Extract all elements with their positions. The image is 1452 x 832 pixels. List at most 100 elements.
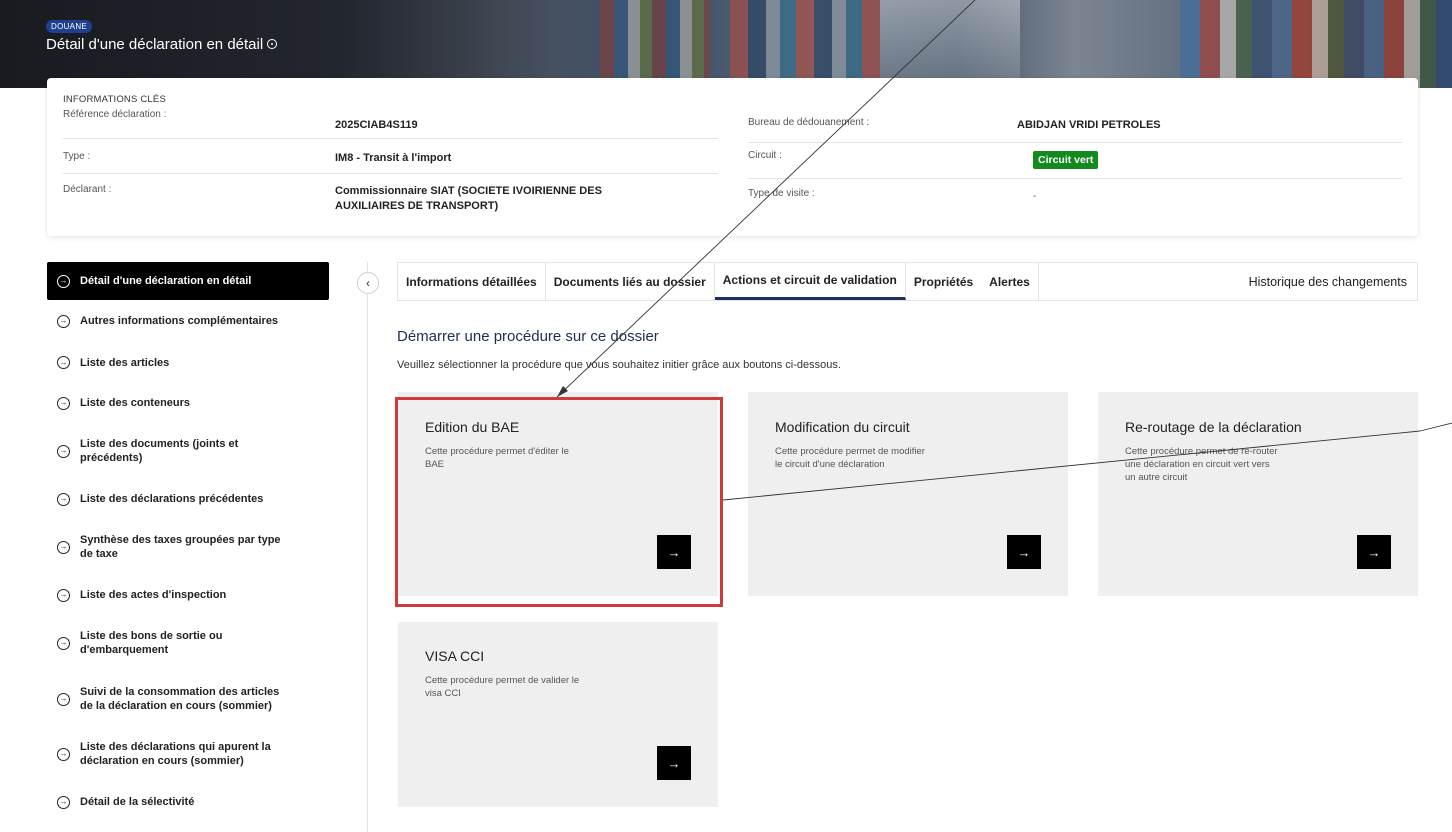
start-procedure-button[interactable]: → bbox=[1357, 535, 1391, 569]
sidebar-item-label: Suivi de la consommation des articles de … bbox=[80, 685, 279, 713]
tab-actions-validation[interactable]: Actions et circuit de validation bbox=[714, 263, 906, 300]
sidebar-item-articles[interactable]: → Liste des articles bbox=[47, 342, 329, 383]
sidebar-nav: → Détail d'une déclaration en détail → A… bbox=[47, 262, 329, 823]
arrow-circle-right-icon: → bbox=[57, 356, 70, 369]
sidebar-item-label-line: Liste des bons de sortie ou bbox=[80, 630, 223, 642]
sidebar-item-label-line: de la déclaration en cours (sommier) bbox=[80, 700, 272, 712]
arrow-circle-right-icon: → bbox=[57, 444, 70, 458]
sidebar-item-label: Liste des actes d'inspection bbox=[80, 589, 227, 601]
card-description-line: visa CCI bbox=[425, 688, 461, 699]
card-description: Cette procédure permet de valider le vis… bbox=[425, 674, 645, 700]
section-title: Démarrer une procédure sur ce dossier bbox=[397, 328, 659, 345]
card-description-line: Cette procédure permet de re-router bbox=[1125, 446, 1278, 457]
page-title-text: Détail d'une déclaration en détail bbox=[46, 36, 264, 53]
visit-type-label: Type de visite : bbox=[748, 188, 815, 199]
procedure-card-rerouting[interactable]: Re-routage de la déclaration Cette procé… bbox=[1098, 392, 1418, 596]
divider bbox=[748, 142, 1402, 143]
sidebar-item-label: Autres informations complémentaires bbox=[80, 315, 279, 327]
arrow-circle-right-icon: → bbox=[57, 747, 70, 761]
card-description-line: un autre circuit bbox=[1125, 472, 1188, 483]
sidebar-item-label-line: Liste des déclarations qui apurent la bbox=[80, 741, 271, 753]
sidebar-item-label: Détail d'une déclaration en détail bbox=[80, 275, 252, 287]
arrow-circle-right-icon: → bbox=[57, 636, 70, 650]
card-description-line: le circuit d'une déclaration bbox=[775, 459, 885, 470]
card-description: Cette procédure permet de re-router une … bbox=[1125, 445, 1345, 484]
tab-alerts[interactable]: Alertes bbox=[981, 263, 1039, 300]
sidebar-item-label: Liste des déclarations précédentes bbox=[80, 493, 264, 505]
tab-bar: Informations détaillées Documents liés a… bbox=[397, 262, 1418, 301]
sidebar-item-additional-info[interactable]: → Autres informations complémentaires bbox=[47, 300, 329, 342]
arrow-right-icon: → bbox=[667, 755, 681, 771]
sidebar-item-label: Liste des conteneurs bbox=[80, 397, 191, 409]
tab-detailed-info[interactable]: Informations détaillées bbox=[398, 263, 546, 300]
arrow-circle-right-icon: → bbox=[57, 692, 70, 706]
sidebar-item-label-line: de taxe bbox=[80, 548, 118, 560]
banner-image-containers bbox=[1180, 0, 1452, 88]
key-info-title: INFORMATIONS CLÉS bbox=[63, 94, 166, 105]
divider bbox=[748, 178, 1402, 179]
sidebar-item-exit-vouchers[interactable]: → Liste des bons de sortie ou d'embarquem… bbox=[47, 615, 329, 671]
sidebar-item-consumption-tracking[interactable]: → Suivi de la consommation des articles d… bbox=[47, 671, 329, 727]
card-description: Cette procédure permet de modifier le ci… bbox=[775, 445, 995, 471]
start-procedure-button[interactable]: → bbox=[657, 746, 691, 780]
sidebar-item-label-line: Suivi de la consommation des articles bbox=[80, 686, 280, 698]
visit-type-value: - bbox=[1033, 191, 1037, 202]
banner-image-ship bbox=[880, 0, 1020, 88]
sidebar-item-clearing-declarations[interactable]: → Liste des déclarations qui apurent la d… bbox=[47, 727, 329, 781]
divider bbox=[63, 173, 718, 174]
arrow-right-icon: → bbox=[1017, 544, 1031, 560]
arrow-circle-right-icon: → bbox=[57, 540, 70, 554]
type-label: Type : bbox=[63, 151, 91, 162]
circuit-label: Circuit : bbox=[748, 150, 782, 161]
collapse-sidebar-button[interactable]: ‹ bbox=[357, 272, 379, 294]
card-description-line: Cette procédure permet de modifier bbox=[775, 446, 925, 457]
sidebar-item-label: Détail de la sélectivité bbox=[80, 796, 195, 808]
card-description-line: une déclaration en circuit vert vers bbox=[1125, 459, 1270, 470]
sidebar-item-containers[interactable]: → Liste des conteneurs bbox=[47, 383, 329, 423]
sidebar-item-label-line: Liste des documents (joints et bbox=[80, 438, 239, 450]
circuit-badge-wrap: Circuit vert bbox=[1033, 150, 1099, 169]
card-description-line: Cette procédure permet de valider le bbox=[425, 675, 580, 686]
reference-label: Référence déclaration : bbox=[63, 109, 167, 120]
sidebar-item-label: Liste des bons de sortie ou d'embarquemen… bbox=[80, 629, 222, 657]
procedure-card-visa-cci[interactable]: VISA CCI Cette procédure permet de valid… bbox=[398, 622, 718, 807]
chevron-left-icon: ‹ bbox=[366, 276, 370, 290]
section-subtitle: Veuillez sélectionner la procédure que v… bbox=[397, 359, 841, 371]
divider bbox=[63, 138, 718, 139]
sidebar-item-label: Liste des articles bbox=[80, 356, 170, 369]
card-title: Modification du circuit bbox=[775, 419, 910, 435]
sidebar-item-label-line: précédents) bbox=[80, 452, 143, 464]
type-value: IM8 - Transit à l'import bbox=[335, 152, 452, 164]
sidebar-item-label: Liste des documents (joints et précédents… bbox=[80, 437, 238, 465]
procedure-card-circuit[interactable]: Modification du circuit Cette procédure … bbox=[748, 392, 1068, 596]
info-circle-icon[interactable] bbox=[267, 39, 278, 49]
tab-change-history[interactable]: Historique des changements bbox=[1039, 263, 1417, 300]
sidebar-item-label-line: Synthèse des taxes groupées par type bbox=[80, 534, 281, 546]
arrow-circle-right-icon: → bbox=[57, 795, 70, 809]
sidebar-item-documents[interactable]: → Liste des documents (joints et précéden… bbox=[47, 423, 329, 479]
arrow-right-icon: → bbox=[1367, 544, 1381, 560]
highlight-box bbox=[395, 397, 723, 607]
sidebar-divider bbox=[367, 262, 368, 832]
sidebar-item-tax-summary[interactable]: → Synthèse des taxes groupées par type de… bbox=[47, 519, 329, 575]
sidebar-item-previous-declarations[interactable]: → Liste des déclarations précédentes bbox=[47, 479, 329, 519]
declarant-value-line: AUXILIAIRES DE TRANSPORT) bbox=[335, 200, 499, 212]
key-info-card: INFORMATIONS CLÉS Référence déclaration … bbox=[47, 78, 1418, 236]
arrow-circle-right-icon: → bbox=[57, 274, 70, 288]
arrow-circle-right-icon: → bbox=[57, 314, 70, 328]
tab-linked-documents[interactable]: Documents liés au dossier bbox=[546, 263, 715, 300]
sidebar-item-inspection-acts[interactable]: → Liste des actes d'inspection bbox=[47, 575, 329, 615]
sidebar-item-label: Liste des déclarations qui apurent la déc… bbox=[80, 740, 271, 768]
declarant-label: Déclarant : bbox=[63, 184, 112, 195]
annotation-line bbox=[1419, 422, 1452, 432]
sidebar-item-selectivity[interactable]: → Détail de la sélectivité bbox=[47, 781, 329, 823]
reference-value: 2025CIAB4S119 bbox=[335, 119, 418, 131]
bureau-value: ABIDJAN VRIDI PETROLES bbox=[1017, 119, 1161, 131]
card-title: Re-routage de la déclaration bbox=[1125, 419, 1302, 435]
tab-properties[interactable]: Propriétés bbox=[906, 263, 981, 300]
douane-badge: DOUANE bbox=[46, 20, 93, 33]
sidebar-item-declaration-detail[interactable]: → Détail d'une déclaration en détail bbox=[47, 262, 329, 300]
banner-image-containers bbox=[730, 0, 880, 88]
arrow-circle-right-icon: → bbox=[57, 396, 70, 410]
start-procedure-button[interactable]: → bbox=[1007, 535, 1041, 569]
